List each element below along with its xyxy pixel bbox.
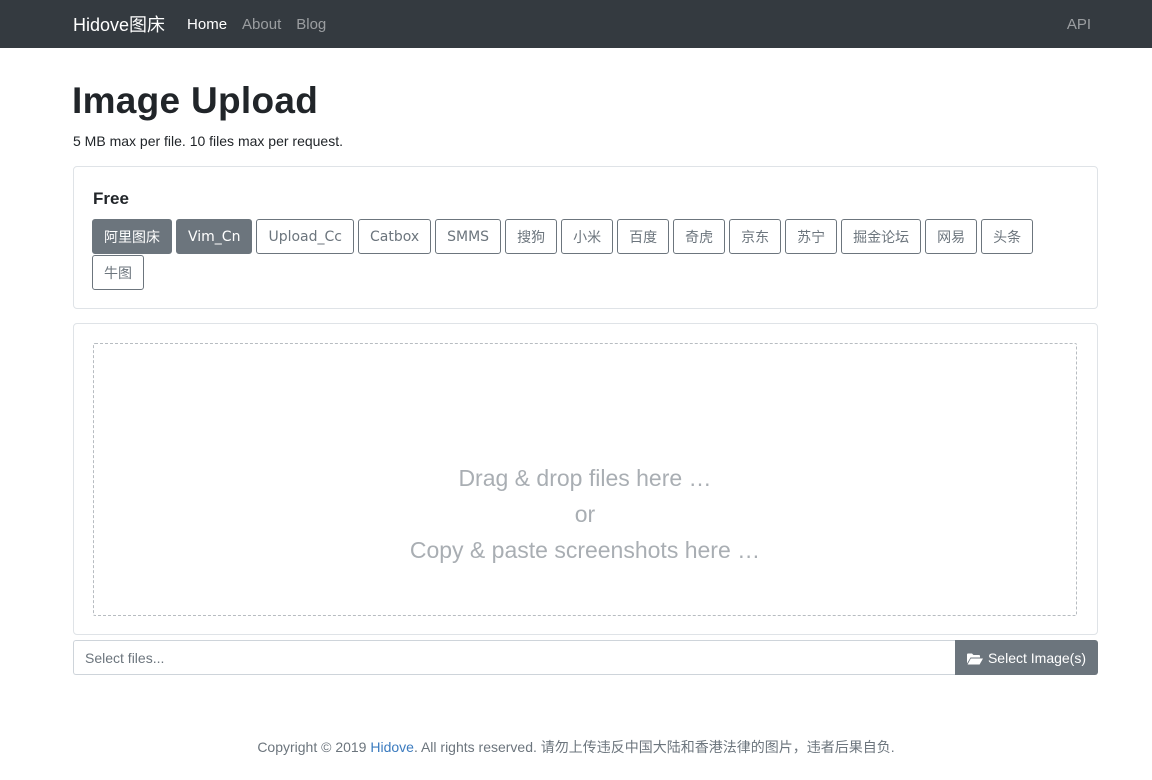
free-hosts-card: Free 阿里图床 Vim_Cn Upload_Cc Catbox SMMS 搜狗 小米 百度… [73,166,1098,309]
host-button[interactable]: 京东 [729,219,782,254]
select-images-button[interactable]: Select Image(s) [955,640,1098,675]
host-button[interactable]: 苏宁 [785,219,838,254]
dropzone-or-text: or [574,500,596,527]
top-navbar: Hidove图床 Home About Blog API [0,0,1152,48]
select-images-label: Select Image(s) [987,649,1087,666]
host-button-group: 阿里图床 Vim_Cn Upload_Cc Catbox SMMS 搜狗 小米 百度 奇虎 京东苏… [92,219,1082,291]
footer-notice: . All rights reserved. 请勿上传违反中国大陆和香港法律的图… [413,739,895,755]
nav-about[interactable]: About [242,16,281,33]
file-path-input[interactable] [73,640,955,675]
page-title: Image Upload [72,80,319,121]
brand-logo[interactable]: Hidove图床 [73,11,165,37]
file-select-bar: Select Image(s) [73,640,1098,675]
host-button[interactable]: 小米 [561,219,614,254]
page-subtitle: 5 MB max per file. 10 files max per requ… [73,133,343,149]
upload-card: Drag & drop files here … or Copy & paste… [73,323,1098,635]
host-button[interactable]: 阿里图床 [92,219,172,254]
host-button[interactable]: Catbox [357,219,432,254]
footer-hidove-link[interactable]: Hidove [370,739,414,755]
host-button[interactable]: 网易 [925,219,978,254]
nav-api[interactable]: API [1067,16,1091,33]
host-button[interactable]: 搜狗 [505,219,558,254]
footer-copyright-prefix: Copyright © 2019 [257,739,371,755]
host-button[interactable]: 头条 [981,219,1034,254]
nav-home[interactable]: Home [187,16,227,33]
host-button[interactable]: 牛图 [92,255,144,290]
host-button[interactable]: 百度 [617,219,670,254]
dropzone-paste-text: Copy & paste screenshots here … [409,536,761,563]
host-button[interactable]: Upload_Cc [256,219,354,254]
host-button[interactable]: SMMS [435,219,502,254]
dropzone[interactable]: Drag & drop files here … or Copy & paste… [93,343,1077,616]
nav-blog[interactable]: Blog [296,16,326,33]
footer: Copyright © 2019 Hidove. All rights rese… [0,737,1152,757]
host-button[interactable]: 奇虎 [673,219,726,254]
host-button[interactable]: 掘金论坛 [841,219,922,254]
dropzone-drag-text: Drag & drop files here … [458,464,712,491]
free-hosts-title: Free [93,189,129,208]
host-button[interactable]: Vim_Cn [176,219,253,254]
folder-open-icon [966,652,983,664]
